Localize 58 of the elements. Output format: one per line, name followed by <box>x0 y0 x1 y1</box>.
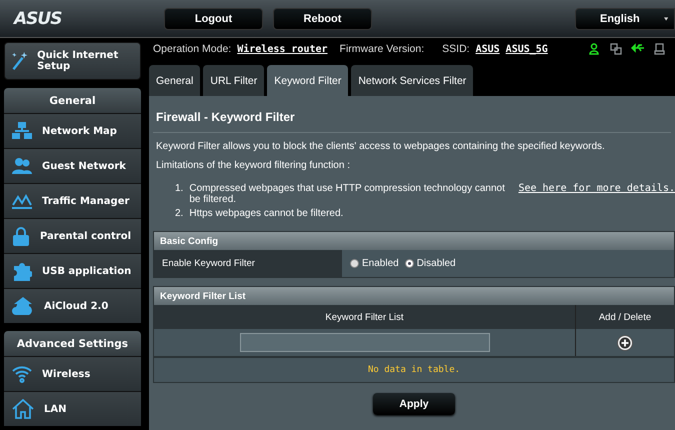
apply-button[interactable]: Apply <box>373 393 455 415</box>
tab[interactable]: General <box>149 65 200 96</box>
list-text: Compressed webpages that use HTTP compression technology cannot be filtered. <box>189 183 506 205</box>
quick-setup-button[interactable]: Quick Internet Setup <box>4 42 141 80</box>
sidebar-item[interactable]: Parental control <box>4 218 141 253</box>
usb-icon[interactable] <box>631 43 645 53</box>
chart-icon <box>12 193 32 209</box>
house-icon <box>12 399 34 419</box>
network-icon[interactable] <box>610 43 622 55</box>
status-label: Firmware Version: <box>340 43 424 55</box>
keyword-input-field[interactable] <box>240 333 490 352</box>
list-text: Https webpages cannot be filtered. <box>189 208 344 219</box>
sidebar-item[interactable]: Network Map <box>4 113 141 148</box>
tab[interactable]: Keyword Filter <box>267 65 348 96</box>
lock-icon <box>12 226 30 246</box>
magic-wand-icon <box>11 49 30 73</box>
logo: ASUS <box>12 8 62 28</box>
radio-option[interactable]: Disabled <box>404 258 456 269</box>
page-title: Firewall - Keyword Filter <box>153 96 671 133</box>
sidebar-item[interactable]: LAN <box>4 391 141 426</box>
table-header: Keyword Filter List <box>154 287 674 305</box>
sidebar-section-title: Advanced Settings <box>4 331 141 356</box>
ssid-link[interactable]: ASUS_5G <box>506 44 548 54</box>
cloud-home-icon <box>12 296 34 316</box>
language-dropdown[interactable]: English <box>575 8 675 30</box>
status-label: Operation Mode: <box>153 43 232 55</box>
sidebar-item[interactable]: USB application <box>4 253 141 288</box>
empty-table-message: No data in table. <box>368 365 460 375</box>
tab[interactable]: Network Services Filter <box>351 65 474 96</box>
description-text: Limitations of the keyword filtering function : <box>156 160 351 171</box>
printer-icon[interactable] <box>654 43 665 55</box>
ssid-link[interactable]: ASUS <box>476 44 500 54</box>
network-icon <box>12 122 32 140</box>
sidebar-section-title: General <box>4 88 141 113</box>
description-text: Keyword Filter allows you to block the clients' access to webpages containing the specified keywords. <box>156 141 606 152</box>
table-header: Basic Config <box>154 232 674 250</box>
sidebar-item[interactable]: AiCloud 2.0 <box>4 288 141 323</box>
sidebar-item[interactable]: Wireless <box>4 356 141 391</box>
sidebar-item[interactable]: Traffic Manager <box>4 183 141 218</box>
header-button[interactable]: Reboot <box>273 8 372 30</box>
tab[interactable]: URL Filter <box>203 65 264 96</box>
field-label: Enable Keyword Filter <box>154 250 342 277</box>
list-number: 1. <box>175 183 184 196</box>
clients-icon[interactable] <box>589 43 601 55</box>
operation-mode-link[interactable]: Wireless router <box>237 44 328 54</box>
caret-icon <box>664 16 668 22</box>
header-button[interactable]: Logout <box>164 8 263 30</box>
users-icon <box>12 157 32 175</box>
add-icon[interactable] <box>617 334 633 350</box>
sidebar-item[interactable]: Guest Network <box>4 148 141 183</box>
column-header: Keyword Filter List <box>154 305 576 329</box>
column-header: Add / Delete <box>576 305 674 329</box>
radio-option[interactable]: Enabled <box>350 258 399 269</box>
puzzle-icon <box>12 261 32 281</box>
list-number: 2. <box>175 208 184 219</box>
wifi-icon <box>12 365 32 383</box>
details-link[interactable]: See here for more details. <box>518 183 675 205</box>
status-label: SSID: <box>442 43 470 55</box>
